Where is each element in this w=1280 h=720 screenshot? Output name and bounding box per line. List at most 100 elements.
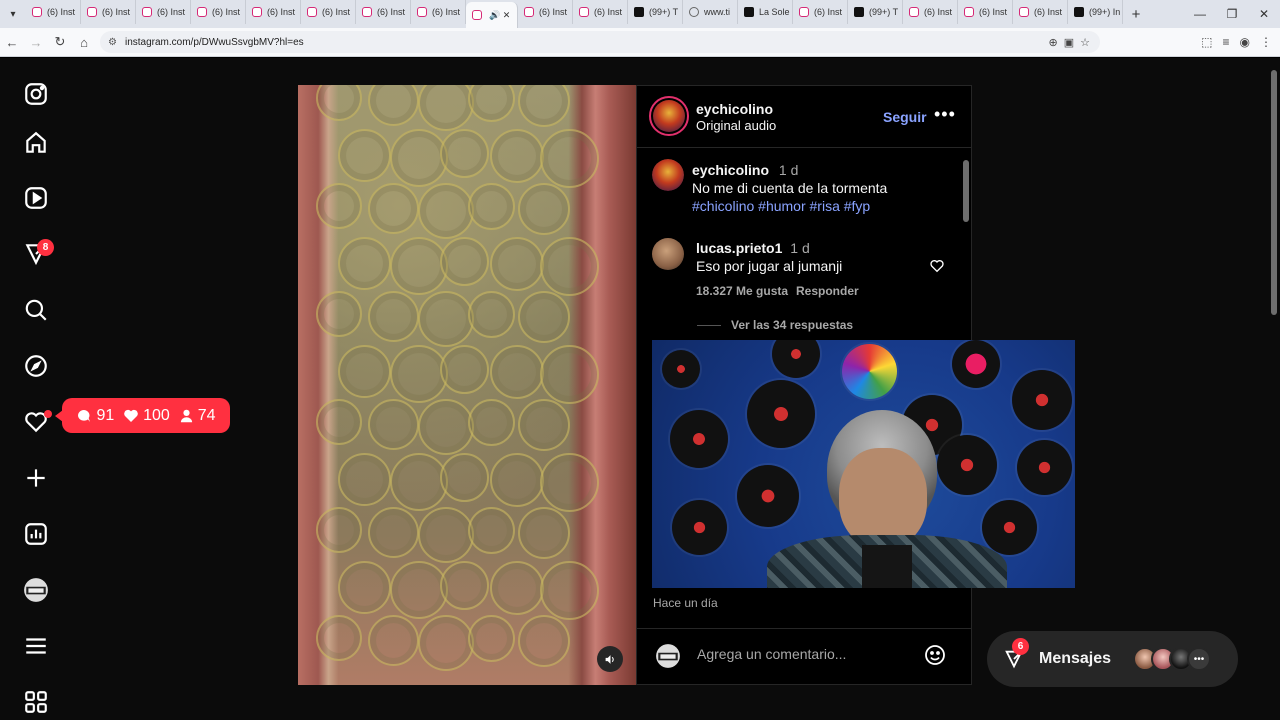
install-app-icon[interactable]: ▣ — [1064, 36, 1074, 49]
restore-icon[interactable]: ❐ — [1216, 7, 1248, 21]
extensions-icon[interactable]: ⬚ — [1201, 35, 1212, 49]
browser-tab[interactable]: (99+) In — [1068, 0, 1123, 24]
dashboard-chart-icon[interactable] — [22, 520, 50, 548]
instagram-icon — [417, 7, 427, 17]
reply-button[interactable]: Responder — [796, 284, 859, 298]
post-video[interactable] — [298, 85, 636, 685]
author-avatar[interactable] — [649, 96, 689, 136]
tab-search-chevron-icon[interactable]: ▾ — [0, 0, 26, 28]
glass-bubble — [316, 85, 362, 121]
page-scrollbar[interactable] — [1268, 58, 1280, 720]
instagram-icon — [799, 7, 809, 17]
reels-icon[interactable] — [22, 184, 50, 212]
likes-count: 100 — [123, 407, 170, 425]
minimize-icon[interactable]: — — [1184, 7, 1216, 21]
browser-tab[interactable]: (6) Inst — [1013, 0, 1068, 24]
home-nav-icon[interactable] — [22, 129, 50, 157]
comment-username[interactable]: lucas.prieto1 — [696, 240, 782, 256]
browser-tab[interactable]: (6) Inst — [246, 0, 301, 24]
also-from-meta-icon[interactable] — [22, 688, 50, 716]
glass-bubble — [440, 345, 489, 394]
profile-avatar-icon[interactable] — [22, 576, 50, 604]
more-options-icon[interactable]: ••• — [934, 104, 956, 125]
browser-tab[interactable]: www.ti — [683, 0, 738, 24]
instagram-icon — [252, 7, 262, 17]
browser-tab[interactable]: (6) Inst — [81, 0, 136, 24]
comment-input[interactable] — [697, 646, 907, 662]
messages-pill[interactable]: 6 Mensajes ••• — [987, 631, 1238, 687]
current-user-avatar — [652, 640, 684, 672]
audio-label[interactable]: Original audio — [696, 118, 776, 133]
url-field[interactable]: ⚙ instagram.com/p/DWwuSsvgbMV?hl=es ⊕ ▣ … — [100, 31, 1100, 53]
browser-tab[interactable]: (6) Inst — [356, 0, 411, 24]
reading-list-icon[interactable]: ≡ — [1223, 35, 1230, 49]
glass-bubble — [338, 129, 391, 182]
browser-tab[interactable]: 🔊 ✕ — [466, 2, 518, 28]
instagram-logo-icon[interactable] — [22, 80, 50, 108]
reload-icon[interactable]: ↻ — [48, 34, 72, 50]
tab-title: (6) Inst — [102, 7, 131, 17]
comment-like-heart-icon[interactable] — [929, 258, 945, 279]
caption-author-avatar[interactable] — [652, 159, 684, 191]
tab-title: (99+) In — [1089, 7, 1121, 17]
emoji-picker-icon[interactable] — [923, 643, 947, 667]
comments-count: 91 — [76, 407, 114, 425]
browser-tab[interactable]: (6) Inst — [573, 0, 628, 24]
browser-tab[interactable]: (6) Inst — [958, 0, 1013, 24]
browser-tab[interactable]: (6) Inst — [411, 0, 466, 24]
browser-tab[interactable]: (6) Inst — [518, 0, 573, 24]
home-icon[interactable]: ⌂ — [72, 35, 96, 50]
webcam-overlay — [652, 340, 1075, 588]
profile-icon[interactable]: ◉ — [1240, 35, 1250, 49]
glass-bubble — [418, 507, 474, 563]
search-icon[interactable] — [22, 296, 50, 324]
caption-text: No me di cuenta de la tormenta — [692, 180, 888, 196]
site-info-icon[interactable]: ⚙ — [108, 37, 117, 48]
bookmark-star-icon[interactable]: ☆ — [1080, 36, 1090, 49]
post-caption: eychicolino 1 d No me di cuenta de la to… — [692, 161, 952, 215]
glass-bubble — [338, 345, 391, 398]
messages-label: Mensajes — [1039, 650, 1112, 667]
view-replies-button[interactable]: Ver las 34 respuestas — [697, 318, 853, 332]
glass-bubble — [390, 453, 448, 511]
glass-bubble — [316, 399, 362, 445]
browser-tab[interactable]: (6) Inst — [26, 0, 81, 24]
instagram-page: 8 91 100 74 eychicolino Original audio S… — [0, 58, 1280, 720]
commenter-avatar[interactable] — [652, 238, 684, 270]
instagram-icon — [32, 7, 42, 17]
author-username[interactable]: eychicolino — [696, 101, 773, 117]
more-menu-icon[interactable] — [22, 632, 50, 660]
glass-bubble — [540, 237, 599, 296]
caption-username[interactable]: eychicolino — [692, 162, 769, 178]
browser-tab[interactable]: La Sole — [738, 0, 793, 24]
browser-tab[interactable]: (6) Inst — [903, 0, 958, 24]
glass-bubble — [368, 507, 419, 558]
browser-tab[interactable]: (6) Inst — [136, 0, 191, 24]
browser-tab[interactable]: (99+) T — [848, 0, 903, 24]
instagram-icon — [964, 7, 974, 17]
browser-tab[interactable]: (6) Inst — [793, 0, 848, 24]
glass-bubble — [490, 237, 544, 291]
comment-text: Eso por jugar al jumanji — [696, 258, 843, 274]
browser-tab[interactable]: (6) Inst — [191, 0, 246, 24]
instagram-icon — [362, 7, 372, 17]
explore-compass-icon[interactable] — [22, 352, 50, 380]
browser-tab[interactable]: (6) Inst — [301, 0, 356, 24]
close-window-icon[interactable]: ✕ — [1248, 7, 1280, 21]
caption-hashtags[interactable]: #chicolino #humor #risa #fyp — [692, 198, 870, 214]
comment-likes-count[interactable]: 18.327 Me gusta — [696, 284, 788, 298]
follow-button[interactable]: Seguir — [883, 109, 927, 125]
forward-icon[interactable]: → — [24, 35, 48, 50]
comments-scrollbar-thumb[interactable] — [963, 160, 969, 222]
create-plus-icon[interactable] — [22, 464, 50, 492]
browser-menu-icon[interactable]: ⋮ — [1260, 35, 1272, 49]
new-tab-button[interactable]: + — [1123, 6, 1149, 23]
zoom-icon[interactable]: ⊕ — [1049, 36, 1058, 49]
audio-toggle-button[interactable] — [597, 646, 623, 672]
glass-bubble — [368, 399, 419, 450]
activity-notification-pill[interactable]: 91 100 74 — [55, 398, 230, 433]
browser-tab[interactable]: (99+) T — [628, 0, 683, 24]
messages-badge: 6 — [1012, 638, 1029, 655]
tab-audio-close-icon[interactable]: 🔊 ✕ — [489, 10, 510, 21]
back-icon[interactable]: ← — [0, 35, 24, 50]
